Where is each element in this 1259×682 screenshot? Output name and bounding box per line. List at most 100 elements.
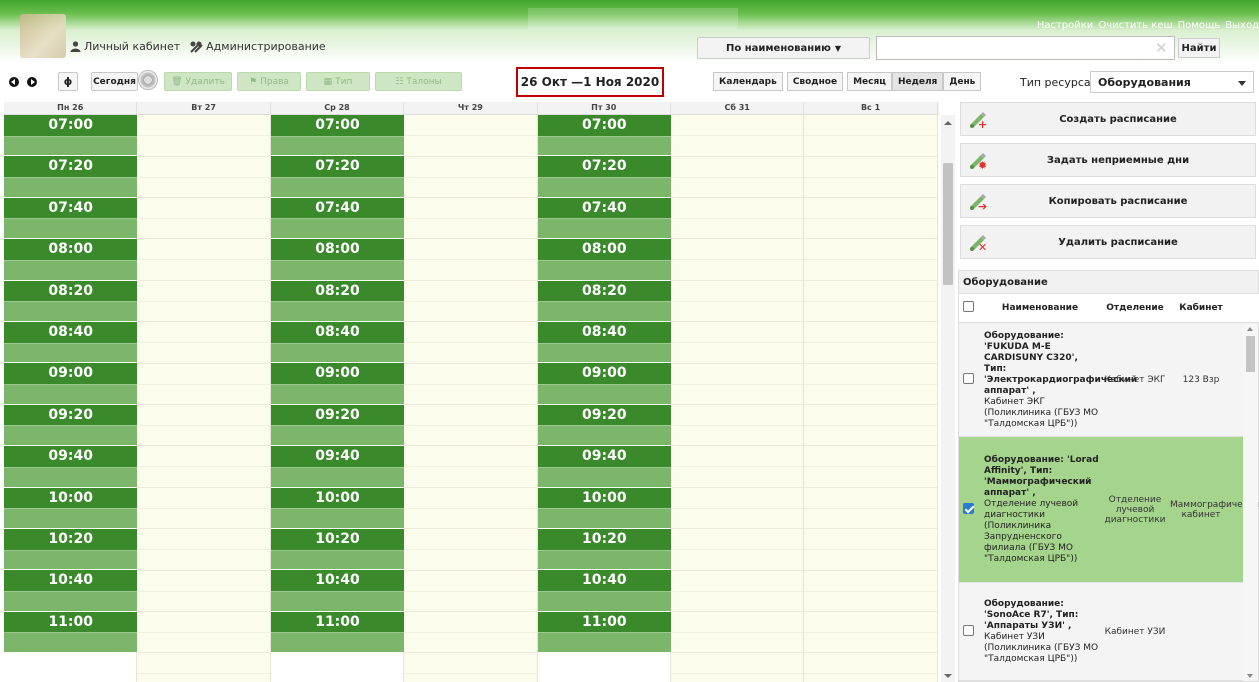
time-slot[interactable]: 08:40 bbox=[270, 322, 405, 363]
scroll-up-icon[interactable] bbox=[1247, 327, 1253, 331]
time-slot-gap bbox=[4, 259, 138, 280]
calendar-scrollbar[interactable] bbox=[941, 115, 955, 682]
time-slot[interactable]: 08:20 bbox=[537, 280, 671, 322]
logout-link[interactable]: Выход bbox=[1225, 20, 1259, 31]
day-column[interactable] bbox=[404, 115, 538, 682]
time-slot[interactable]: 09:00 bbox=[4, 363, 138, 404]
equipment-scrollbar[interactable] bbox=[1243, 324, 1258, 681]
time-slot[interactable]: 09:20 bbox=[4, 404, 138, 446]
resource-type-select[interactable]: Оборудования bbox=[1090, 71, 1254, 93]
row-checkbox[interactable] bbox=[963, 502, 974, 514]
time-slot[interactable]: 07:20 bbox=[4, 156, 138, 197]
time-slot[interactable]: 07:20 bbox=[270, 156, 405, 197]
find-button[interactable]: Найти bbox=[1178, 38, 1220, 58]
next-week-button[interactable] bbox=[24, 72, 39, 91]
time-slot[interactable]: 09:00 bbox=[270, 363, 405, 404]
time-slot[interactable]: 09:40 bbox=[537, 446, 671, 487]
equipment-row[interactable]: Оборудование: 'Lorad Affinity', Тип: 'Ма… bbox=[959, 437, 1259, 583]
time-slot[interactable]: 09:40 bbox=[4, 446, 138, 487]
time-slot[interactable]: 08:20 bbox=[270, 280, 405, 322]
time-slot[interactable]: 07:20 bbox=[537, 156, 671, 197]
type-button[interactable]: ▦ Тип bbox=[306, 72, 370, 91]
day-column[interactable]: 07:00 07:20 07:40 08:00 08:20 08:40 09:00 09:20… bbox=[4, 115, 138, 682]
time-slot[interactable]: 07:40 bbox=[537, 197, 671, 239]
day-column[interactable]: 07:00 07:20 07:40 08:00 08:20 08:40 09:00 09:20… bbox=[270, 115, 405, 682]
time-slot[interactable]: 10:40 bbox=[270, 570, 405, 611]
day-column[interactable]: 07:00 07:20 07:40 08:00 08:20 08:40 09:00 09:20… bbox=[537, 115, 671, 682]
time-slot[interactable]: 11:00 bbox=[270, 611, 405, 653]
clear-search-icon[interactable]: ✕ bbox=[1155, 40, 1168, 56]
chevron-down-icon bbox=[1238, 81, 1246, 86]
create-schedule-button[interactable]: + Создать расписание bbox=[960, 102, 1256, 136]
day-column[interactable] bbox=[804, 115, 938, 682]
time-slot-gap bbox=[4, 549, 138, 570]
time-slot[interactable]: 08:40 bbox=[4, 322, 138, 363]
row-checkbox[interactable] bbox=[963, 373, 974, 384]
time-slot[interactable]: 07:00 bbox=[4, 115, 138, 156]
time-slot[interactable]: 10:20 bbox=[537, 529, 671, 570]
time-slot[interactable]: 10:00 bbox=[270, 487, 405, 529]
time-slot[interactable]: 10:40 bbox=[537, 570, 671, 611]
delete-schedule-button[interactable]: ✕ Удалить расписание bbox=[960, 225, 1256, 259]
scroll-down-icon[interactable] bbox=[1247, 674, 1253, 678]
view-day-button[interactable]: День bbox=[943, 72, 982, 91]
time-slot[interactable]: 08:40 bbox=[537, 322, 671, 363]
rights-button[interactable]: ⚑ Права bbox=[237, 72, 301, 91]
time-slot[interactable]: 11:00 bbox=[4, 611, 138, 653]
today-button[interactable]: Сегодня bbox=[91, 72, 138, 91]
prev-week-button[interactable] bbox=[6, 72, 21, 91]
scroll-up-icon[interactable] bbox=[944, 121, 952, 125]
time-slot[interactable]: 08:20 bbox=[4, 280, 138, 322]
time-slot[interactable]: 10:20 bbox=[4, 529, 138, 570]
set-non-working-days-button[interactable]: ✹ Задать неприемные дни bbox=[960, 143, 1256, 177]
time-slot[interactable]: 08:00 bbox=[537, 239, 671, 280]
equipment-row[interactable]: Оборудование: 'SonoAce R7', Тип: 'Аппара… bbox=[959, 583, 1243, 681]
time-slot-label: 10:00 bbox=[537, 487, 671, 509]
help-link[interactable]: Помощь bbox=[1178, 20, 1221, 31]
select-all-checkbox[interactable] bbox=[963, 301, 974, 312]
sort-dropdown[interactable]: По наименованию ▼ bbox=[697, 37, 870, 59]
refresh-button[interactable]: ϕ bbox=[58, 72, 78, 91]
time-slot[interactable]: 10:00 bbox=[4, 487, 138, 529]
time-slot[interactable]: 07:00 bbox=[537, 115, 671, 156]
time-slot[interactable]: 11:00 bbox=[537, 611, 671, 653]
settings-link[interactable]: Настройки bbox=[1037, 20, 1093, 31]
time-slot[interactable]: 09:00 bbox=[537, 363, 671, 404]
time-slot[interactable]: 10:20 bbox=[270, 529, 405, 570]
time-slot[interactable]: 07:40 bbox=[270, 197, 405, 239]
nav-personal-cabinet[interactable]: Личный кабинет bbox=[70, 40, 180, 53]
row-checkbox[interactable] bbox=[963, 624, 974, 636]
search-input[interactable] bbox=[876, 36, 1175, 60]
copy-schedule-button[interactable]: ➔ Копировать расписание bbox=[960, 184, 1256, 218]
time-slot[interactable]: 09:20 bbox=[270, 404, 405, 446]
time-slot-gap bbox=[537, 135, 671, 156]
clear-cache-link[interactable]: Очистить кеш bbox=[1098, 20, 1172, 31]
view-week-button[interactable]: Неделя bbox=[891, 72, 944, 91]
scrollbar-thumb[interactable] bbox=[1246, 336, 1255, 372]
day-column[interactable] bbox=[671, 115, 805, 682]
column-header-name[interactable]: Наименование bbox=[980, 303, 1100, 313]
time-slot[interactable]: 08:00 bbox=[270, 239, 405, 280]
time-slot[interactable]: 09:20 bbox=[537, 404, 671, 446]
scroll-down-icon[interactable] bbox=[944, 674, 952, 678]
delete-button[interactable]: 🗑 Удалить bbox=[164, 72, 232, 91]
time-slot[interactable]: 09:40 bbox=[270, 446, 405, 487]
view-calendar-button[interactable]: Календарь bbox=[713, 72, 783, 91]
day-column[interactable] bbox=[137, 115, 271, 682]
tickets-button[interactable]: ☷ Талоны bbox=[375, 72, 462, 91]
nav-administration[interactable]: Администрирование bbox=[190, 40, 326, 53]
time-slot-label: 07:00 bbox=[270, 115, 405, 136]
equipment-row[interactable]: Оборудование: 'FUKUDA M-E CARDISUNY C320… bbox=[959, 324, 1243, 437]
column-header-room[interactable]: Кабинет bbox=[1170, 303, 1232, 313]
time-slot[interactable]: 08:00 bbox=[4, 239, 138, 280]
time-slot[interactable]: 07:40 bbox=[4, 197, 138, 239]
view-month-button[interactable]: Месяц bbox=[847, 72, 892, 91]
day-header: Ср 28 bbox=[271, 102, 405, 114]
scrollbar-thumb[interactable] bbox=[943, 163, 953, 285]
view-summary-button[interactable]: Сводное bbox=[786, 72, 844, 91]
time-slot[interactable]: 10:40 bbox=[4, 570, 138, 611]
time-slot-gap bbox=[270, 135, 405, 156]
time-slot[interactable]: 07:00 bbox=[270, 115, 405, 156]
time-slot[interactable]: 10:00 bbox=[537, 487, 671, 529]
column-header-department[interactable]: Отделение bbox=[1100, 303, 1170, 313]
